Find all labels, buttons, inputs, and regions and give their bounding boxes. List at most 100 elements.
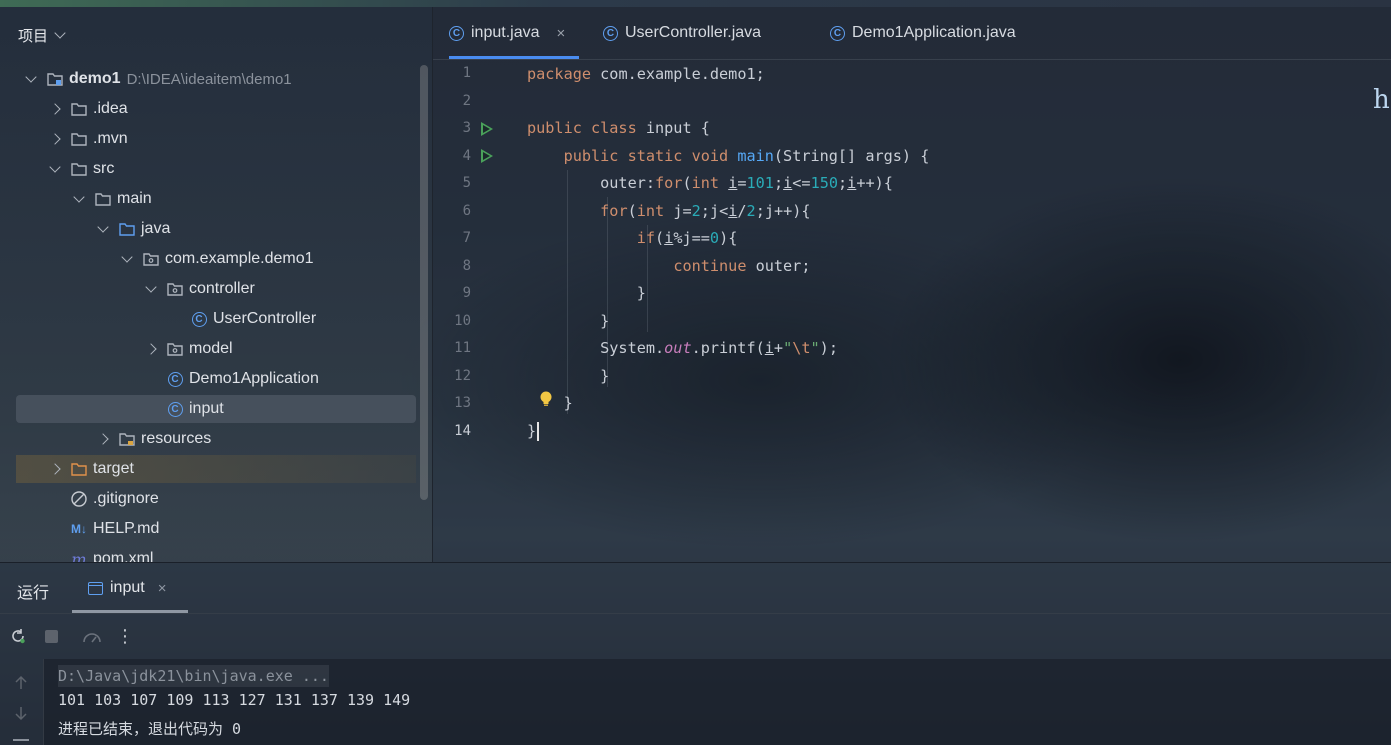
console-output-line: 101 103 107 109 113 127 131 137 139 149 [58,691,411,709]
arrow-down-icon[interactable] [13,705,29,721]
rerun-button[interactable] [8,626,28,646]
folder-icon [70,100,88,118]
more-options-button[interactable]: ⋮ [115,626,135,646]
rerun-icon [12,629,25,644]
line-number: 2 [462,92,471,109]
code-line-8: continue outer; [673,257,811,275]
expand-toggle[interactable] [48,102,62,116]
tree-item-label: model [189,340,233,357]
tree-item-controller[interactable]: controller [16,275,416,303]
tree-item-label: .mvn [93,130,128,147]
chevron-right-icon [49,133,61,145]
package-icon [142,250,160,268]
tree-item-input[interactable]: Cinput [16,395,416,423]
line-number: 12 [454,367,471,384]
gitignore-icon [70,490,88,508]
class-icon: C [449,25,464,41]
class-icon: C [603,25,618,41]
folder-icon [70,130,88,148]
tree-item-idea[interactable]: .idea [16,95,416,123]
tree-item-label: UserController [213,310,317,327]
stop-button[interactable] [41,626,61,646]
line-number: 11 [454,340,471,356]
tree-item-label: demo1 [69,70,121,87]
chevron-right-icon [49,103,61,115]
tree-item-target[interactable]: target [16,455,416,483]
maven-icon: m [71,549,87,563]
project-scrollbar[interactable] [420,65,428,500]
code-line-14: } [527,418,540,445]
module-folder-icon [46,70,64,88]
chevron-right-icon [49,463,61,475]
expand-toggle[interactable] [120,251,134,266]
tree-item-model[interactable]: model [16,335,416,363]
text-caret [537,422,540,441]
tree-item-pom-xml[interactable]: m pom.xml [16,545,416,563]
line-number: 13 [454,395,471,411]
chevron-right-icon [145,343,157,355]
expand-toggle[interactable] [144,342,158,356]
tree-item-demo1application[interactable]: C Demo1Application [16,365,416,393]
code-line-10: } [527,312,610,330]
tree-item-resources[interactable]: resources [16,425,416,453]
editor-tab-bar: C input.java × C UserController.java C D… [433,7,1391,60]
expand-toggle[interactable] [144,281,158,296]
expand-toggle[interactable] [48,132,62,146]
tab-input-java[interactable]: C input.java × [449,7,579,59]
tree-item-src[interactable]: src [16,155,416,183]
tree-item-java[interactable]: java [16,215,416,243]
module-path: D:\IDEA\ideaitem\demo1 [126,70,292,88]
run-class-icon[interactable] [481,122,493,136]
code-line-3: public class input { [527,119,710,137]
expand-toggle[interactable] [48,462,62,476]
profiler-button[interactable] [82,626,102,646]
tab-demo1application-java[interactable]: C Demo1Application.java [830,7,1016,59]
tree-item-label: .idea [93,100,128,117]
expand-toggle[interactable] [48,161,62,176]
run-panel-header: 运行 input × [0,563,1391,614]
chevron-down-icon [73,191,85,203]
tree-item-usercontroller[interactable]: C UserController [16,305,416,333]
tab-label: input.java [471,24,540,41]
tree-item-com-example-demo1[interactable]: com.example.demo1 [16,245,416,273]
code-line-12: } [527,367,610,385]
expand-toggle[interactable] [24,71,38,86]
tree-item-label: input [189,400,224,417]
wrap-icon[interactable] [13,739,29,741]
console-side-toolbar [0,659,42,745]
tree-item-main[interactable]: main [16,185,416,213]
tree-item-label: target [93,460,134,477]
tab-label: UserController.java [625,24,762,41]
run-tab-label: input [110,579,145,596]
run-tab-input[interactable]: input × [72,563,188,613]
chevron-down-icon [54,27,66,39]
tree-item-help-md[interactable]: M↓ HELP.md [16,515,416,543]
line-number: 5 [462,175,471,191]
project-panel-header[interactable]: 项目 [18,25,66,45]
lightbulb-icon[interactable] [539,391,553,407]
tree-item-gitignore[interactable]: .gitignore [16,485,416,513]
code-line-4: public static void main(String[] args) { [563,147,930,165]
editor: C input.java × C UserController.java C D… [433,7,1391,562]
expand-toggle[interactable] [72,191,86,206]
stop-icon [44,629,58,643]
tree-item-mvn[interactable]: .mvn [16,125,416,153]
tab-usercontroller-java[interactable]: C UserController.java [603,7,761,59]
tree-item-demo1[interactable]: demo1 D:\IDEA\ideaitem\demo1 [16,65,416,93]
arrow-up-icon[interactable] [13,675,29,691]
code-line-7: if(i%j==0){ [636,229,738,247]
expand-toggle[interactable] [96,432,110,446]
console-output[interactable]: D:\Java\jdk21\bin\java.exe ... 101 103 1… [43,659,1391,745]
line-number: 1 [462,65,471,81]
close-icon[interactable]: × [158,580,167,597]
close-icon[interactable]: × [557,25,566,42]
background-corner-text: he [1373,85,1391,115]
line-number: 14 [454,422,471,439]
spring-class-icon: C [166,370,184,388]
package-icon [166,340,184,358]
run-main-icon[interactable] [481,149,493,163]
folder-icon [70,160,88,178]
expand-toggle[interactable] [96,221,110,236]
chevron-right-icon [97,433,109,445]
